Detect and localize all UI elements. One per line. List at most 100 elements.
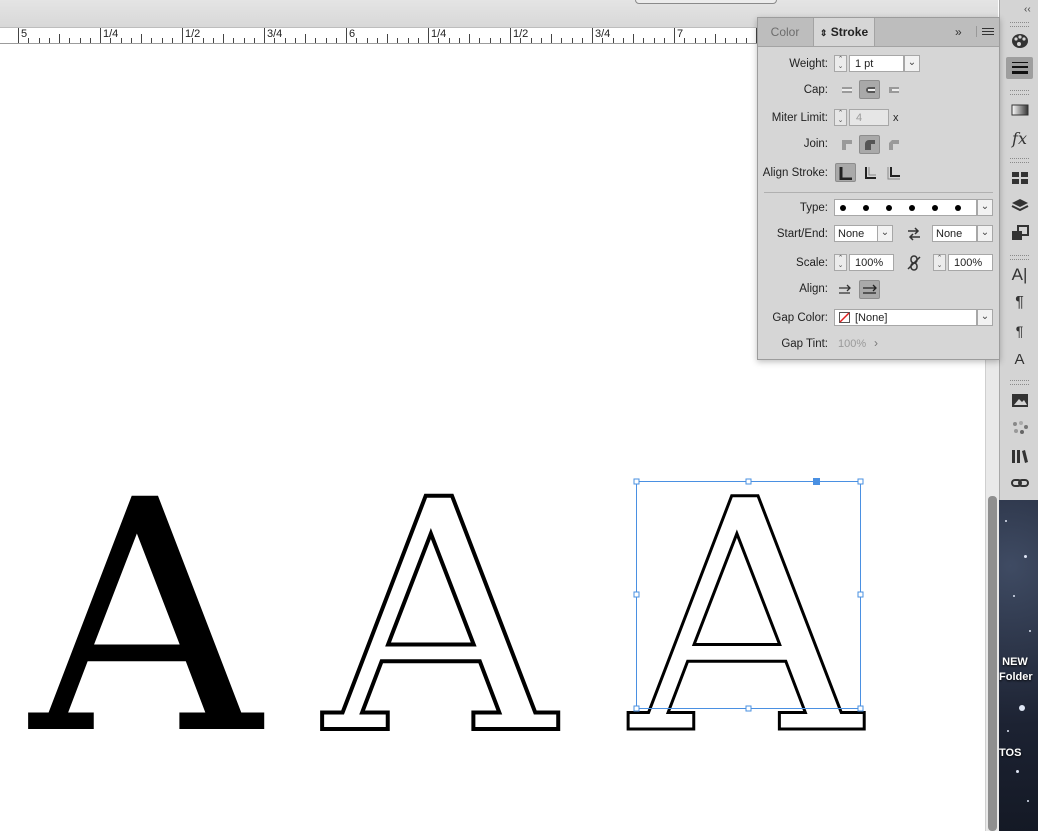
solid-letter-a[interactable]: A xyxy=(30,459,261,779)
join-label: Join: xyxy=(803,138,828,150)
selection-frame[interactable] xyxy=(630,474,870,714)
type-dot xyxy=(886,205,892,211)
bevel-join-icon[interactable] xyxy=(883,135,904,154)
image-library-icon[interactable] xyxy=(1006,389,1033,411)
align-stroke-center-icon[interactable] xyxy=(835,163,856,182)
star xyxy=(1027,800,1029,802)
miter-limit-input[interactable]: 4 xyxy=(849,109,889,126)
panel-dock: fx A| ¶ ¶ A xyxy=(999,0,1038,500)
ruler-label: 3/4 xyxy=(595,28,611,40)
dock-grip[interactable] xyxy=(1010,255,1029,260)
dock-grip[interactable] xyxy=(1010,158,1029,163)
effects-fx-icon[interactable]: fx xyxy=(1006,127,1033,149)
paragraph-styles-icon[interactable]: ¶ xyxy=(1006,320,1033,342)
pages-icon[interactable] xyxy=(1006,167,1033,189)
star xyxy=(1013,595,1015,597)
links-icon[interactable] xyxy=(1006,222,1033,244)
end-dropdown-icon[interactable]: ⌄ xyxy=(977,225,993,242)
none-swatch-icon xyxy=(839,312,850,323)
align-stroke-inside-icon[interactable] xyxy=(859,163,880,182)
ruler-label: 1/2 xyxy=(513,28,529,40)
round-join-icon[interactable] xyxy=(859,135,880,154)
weight-stepper[interactable]: ⌃ ⌄ xyxy=(834,55,847,72)
projecting-cap-icon[interactable] xyxy=(883,80,904,99)
type-dot xyxy=(840,205,846,211)
paragraph-icon[interactable]: ¶ xyxy=(1006,292,1033,314)
star xyxy=(1019,705,1025,711)
color-dots-icon[interactable] xyxy=(1006,417,1033,439)
character-icon[interactable]: A| xyxy=(1006,264,1033,286)
miter-limit-label: Miter Limit: xyxy=(771,112,828,124)
miter-join-icon[interactable] xyxy=(836,135,857,154)
stroke-panel-icon[interactable] xyxy=(1006,57,1033,79)
unlink-scale-icon[interactable] xyxy=(903,253,924,272)
end-arrowhead-select[interactable]: None xyxy=(932,225,977,242)
gap-color-dropdown-icon[interactable]: ⌄ xyxy=(977,309,993,326)
butt-cap-icon[interactable] xyxy=(836,80,857,99)
gap-tint-value[interactable]: 100% xyxy=(838,338,866,350)
desktop-item-label[interactable]: TOS xyxy=(999,746,1021,761)
folder-label-line2: Folder xyxy=(999,671,1033,683)
layers-icon[interactable] xyxy=(1006,195,1033,217)
align-stroke-label: Align Stroke: xyxy=(762,167,828,179)
star xyxy=(1005,520,1007,522)
desktop-background: NEW Folder TOS xyxy=(999,500,1038,831)
align-label: Align: xyxy=(799,283,828,295)
gap-tint-arrow-icon[interactable]: › xyxy=(874,336,878,350)
outlined-letter-a[interactable]: A xyxy=(322,457,557,781)
start-end-label: Start/End: xyxy=(776,228,828,240)
scale-end-input[interactable]: 100% xyxy=(948,254,993,271)
align-stroke-outside-icon[interactable] xyxy=(883,163,904,182)
stroke-type-select[interactable] xyxy=(834,199,977,216)
tab-stroke-label: Stroke xyxy=(830,25,869,39)
star xyxy=(1007,730,1009,732)
scale-start-input[interactable]: 100% xyxy=(849,254,894,271)
place-arrowhead-icon[interactable] xyxy=(859,280,880,299)
gap-tint-label: Gap Tint: xyxy=(781,338,828,350)
link-chain-icon[interactable] xyxy=(1006,472,1033,494)
tab-color[interactable]: Color xyxy=(758,18,812,46)
type-dot xyxy=(955,205,961,211)
toolbar-button[interactable] xyxy=(635,0,777,4)
round-cap-icon[interactable] xyxy=(859,80,880,99)
ruler-label: 1/4 xyxy=(431,28,447,40)
weight-input[interactable]: 1 pt xyxy=(849,55,904,72)
extend-arrowhead-icon[interactable] xyxy=(835,280,856,299)
type-dot xyxy=(909,205,915,211)
gradient-icon[interactable] xyxy=(1006,99,1033,121)
start-arrowhead-select[interactable]: None xyxy=(834,225,878,242)
dock-grip[interactable] xyxy=(1010,22,1029,27)
star xyxy=(1024,555,1027,558)
dock-grip[interactable] xyxy=(1010,90,1029,95)
panel-separator xyxy=(764,192,993,193)
star xyxy=(1016,770,1019,773)
ruler-label: 1/4 xyxy=(103,28,119,40)
panel-menu-icon[interactable] xyxy=(976,26,994,37)
swap-start-end-icon[interactable] xyxy=(903,224,924,243)
scale-end-stepper[interactable]: ⌃ ⌄ xyxy=(933,254,946,271)
collapse-dock-icon[interactable]: ‹‹ xyxy=(1024,4,1031,15)
libraries-icon[interactable] xyxy=(1006,445,1033,467)
stroke-panel: Color ⇕ Stroke » Weight: ⌃ ⌄ 1 pt ⌄ Cap: … xyxy=(757,17,1000,360)
weight-dropdown-icon[interactable]: ⌄ xyxy=(904,55,920,72)
desktop-folder-label[interactable]: NEW Folder xyxy=(999,655,1033,685)
type-dropdown-icon[interactable]: ⌄ xyxy=(977,199,993,216)
character-styles-icon[interactable]: A xyxy=(1006,348,1033,370)
miter-unit: x xyxy=(893,112,899,124)
ruler-label: 5 xyxy=(21,28,28,40)
tab-stroke[interactable]: ⇕ Stroke xyxy=(813,18,875,46)
type-dot xyxy=(932,205,938,211)
start-dropdown-icon[interactable]: ⌄ xyxy=(877,225,893,242)
scrollbar-thumb[interactable] xyxy=(988,496,997,831)
scale-start-stepper[interactable]: ⌃ ⌄ xyxy=(834,254,847,271)
swatches-palette-icon[interactable] xyxy=(1006,30,1033,52)
ruler-label: 6 xyxy=(349,28,356,40)
gap-color-select[interactable]: [None] xyxy=(834,309,977,326)
ruler-label: 3/4 xyxy=(267,28,283,40)
panel-tab-bar: Color ⇕ Stroke » xyxy=(758,18,999,47)
dock-grip[interactable] xyxy=(1010,380,1029,385)
miter-stepper[interactable]: ⌃ ⌄ xyxy=(834,109,847,126)
expand-panel-icon[interactable]: » xyxy=(955,25,962,39)
gap-color-label: Gap Color: xyxy=(772,312,828,324)
gap-color-value: [None] xyxy=(855,312,888,324)
